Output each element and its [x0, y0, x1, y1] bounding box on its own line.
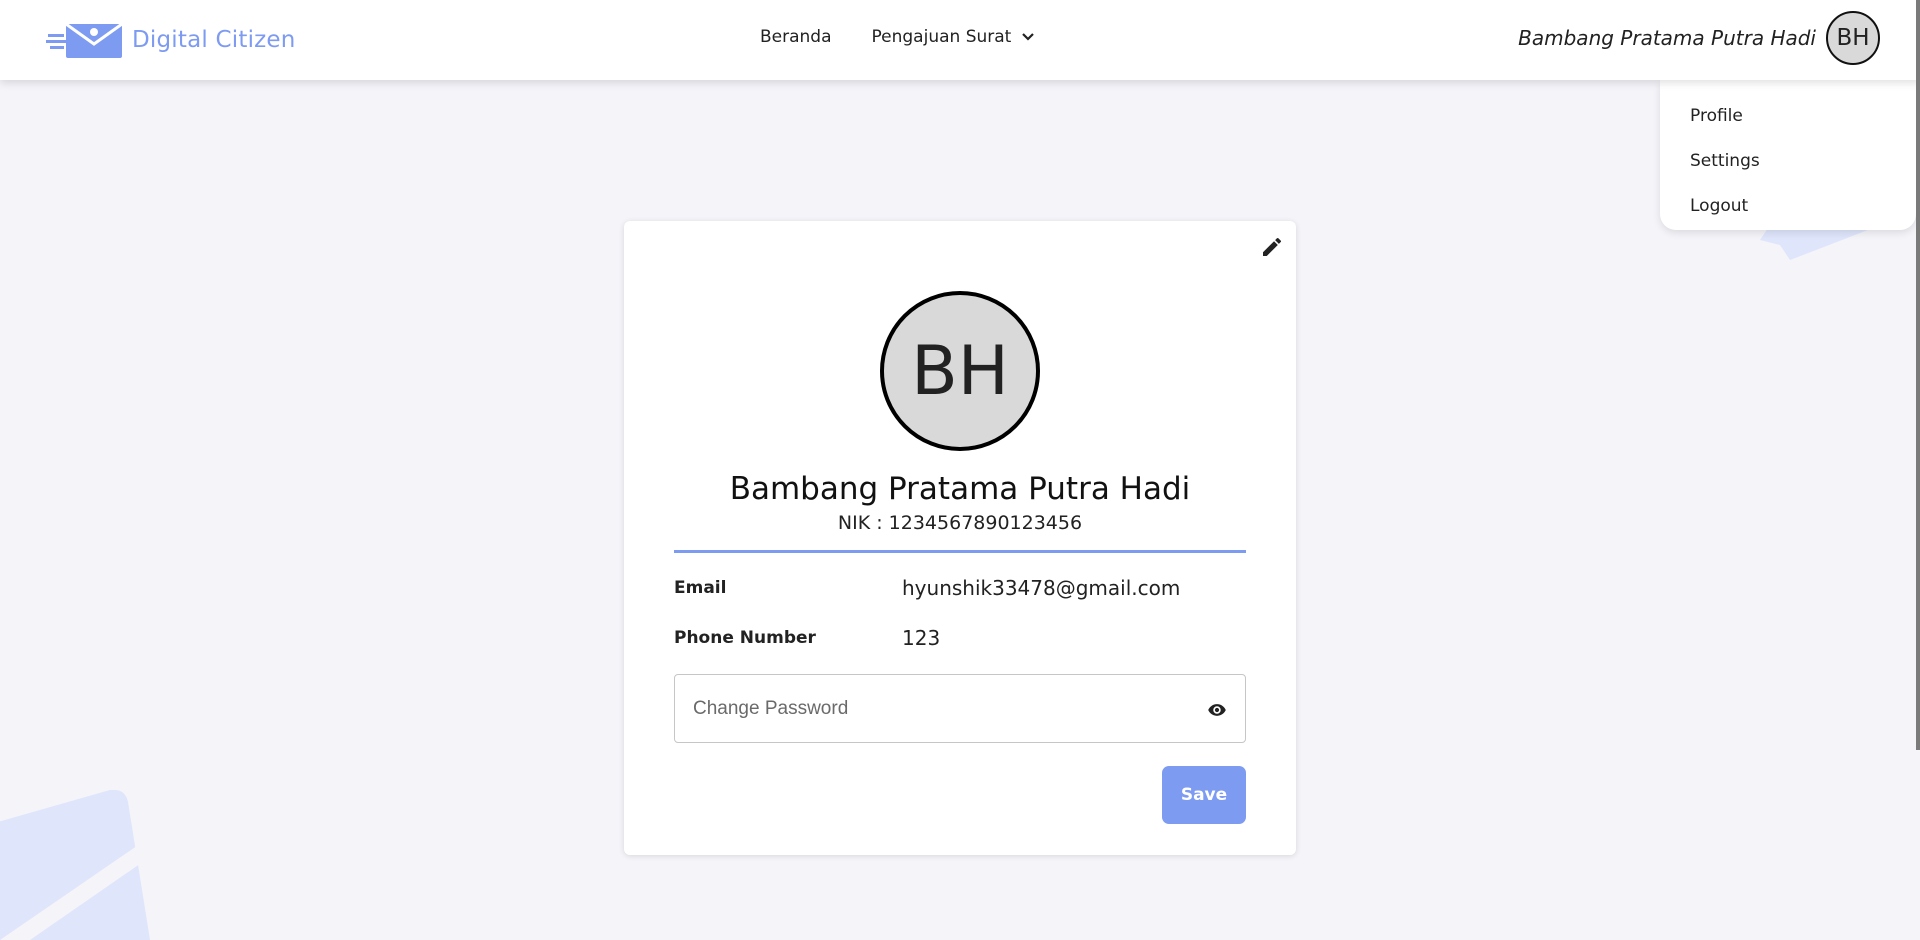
change-password-input[interactable] [691, 693, 1175, 725]
email-label: Email [674, 578, 727, 598]
user-menu-toggle[interactable]: Bambang Pratama Putra Hadi BH [1518, 11, 1880, 65]
user-name: Bambang Pratama Putra Hadi [1518, 26, 1816, 50]
nav-pengajuan-surat[interactable]: Pengajuan Surat [872, 27, 1036, 47]
scrollbar[interactable] [1916, 0, 1920, 750]
user-dropdown-menu: Profile Settings Logout [1660, 80, 1916, 230]
email-value: hyunshik33478@gmail.com [902, 576, 1181, 600]
avatar[interactable]: BH [1826, 11, 1880, 65]
menu-item-settings[interactable]: Settings [1660, 139, 1916, 184]
menu-item-profile[interactable]: Profile [1660, 94, 1916, 139]
top-navbar: Digital Citizen Beranda Pengajuan Surat … [0, 0, 1920, 80]
background-decoration [0, 790, 160, 940]
main-nav: Beranda Pengajuan Surat [760, 27, 1035, 47]
brand[interactable]: Digital Citizen [46, 20, 296, 60]
phone-label: Phone Number [674, 628, 816, 648]
phone-value: 123 [902, 626, 941, 650]
pencil-icon[interactable] [1260, 235, 1284, 259]
profile-avatar: BH [880, 291, 1040, 451]
change-password-field [674, 674, 1246, 743]
divider [674, 550, 1246, 553]
save-button[interactable]: Save [1162, 766, 1246, 824]
profile-card: BH Bambang Pratama Putra Hadi NIK : 1234… [624, 221, 1296, 855]
menu-item-logout[interactable]: Logout [1660, 184, 1916, 229]
eye-icon[interactable] [1207, 700, 1227, 720]
profile-name: Bambang Pratama Putra Hadi [729, 471, 1191, 507]
envelope-logo-icon [46, 22, 123, 58]
chevron-down-icon [1022, 33, 1035, 41]
profile-nik: NIK : 1234567890123456 [837, 512, 1083, 534]
nav-pengajuan-surat-label: Pengajuan Surat [871, 27, 1012, 47]
nav-beranda[interactable]: Beranda [760, 27, 832, 47]
brand-name: Digital Citizen [132, 27, 296, 53]
